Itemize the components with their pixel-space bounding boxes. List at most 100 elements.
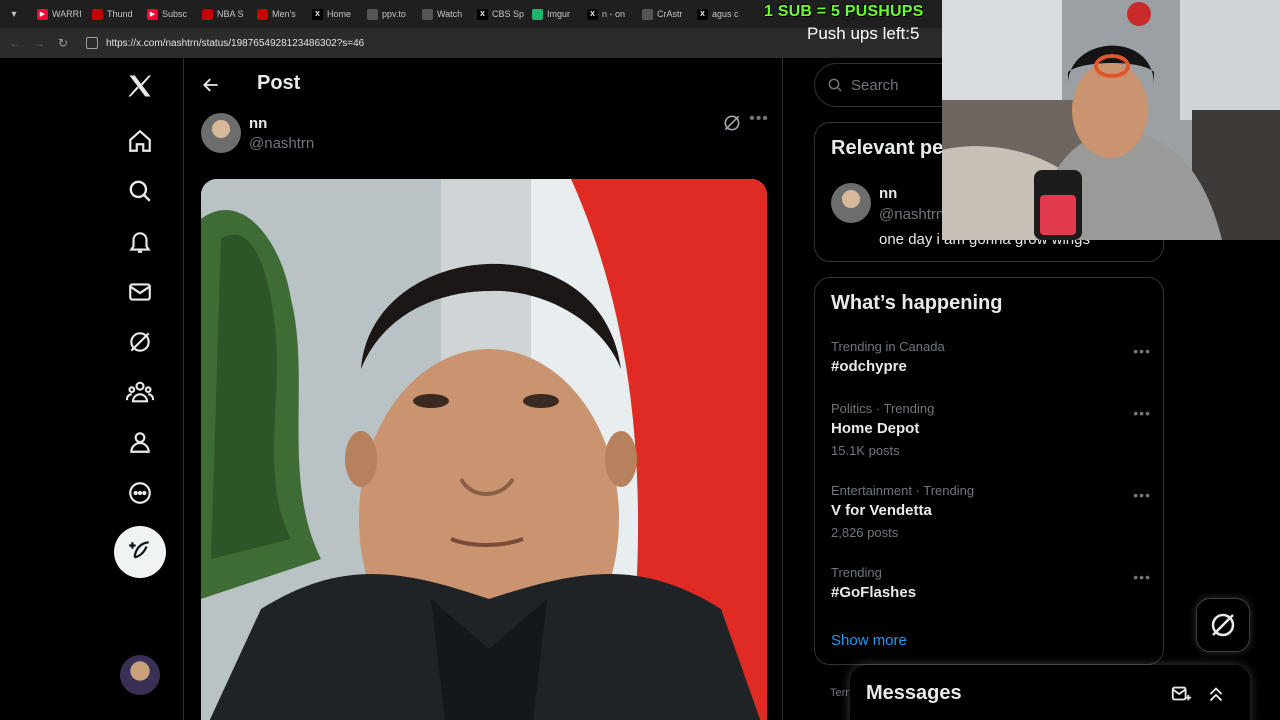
browser-tab[interactable]: ppv.to — [362, 3, 417, 25]
messages-title: Messages — [866, 682, 962, 704]
browser-tab[interactable]: NBA S — [197, 3, 252, 25]
trend-meta: Politics · Trending — [831, 401, 935, 416]
tab-search-icon[interactable]: ▾ — [4, 4, 24, 24]
search-input[interactable]: Search — [814, 63, 949, 107]
tab-label: ppv.to — [382, 9, 406, 19]
forward-nav-icon[interactable]: → — [32, 36, 46, 50]
messages-envelope-icon[interactable] — [124, 276, 156, 308]
red-site-icon — [92, 8, 103, 20]
author-name[interactable]: nn — [249, 115, 267, 132]
trend-meta: Trending — [831, 565, 882, 580]
tab-label: CrAstr — [657, 9, 683, 19]
new-message-icon[interactable] — [1170, 683, 1192, 705]
profile-icon[interactable] — [124, 426, 156, 458]
reload-icon[interactable]: ↻ — [56, 36, 70, 50]
tab-label: Men's — [272, 9, 296, 19]
browser-tab[interactable]: X CBS Sp — [472, 3, 527, 25]
trend-meta: Trending in Canada — [831, 339, 945, 354]
search-icon — [828, 78, 842, 92]
browser-tab[interactable]: Xn - on — [582, 3, 637, 25]
tab-label: CBS Sp — [492, 9, 525, 19]
trend-more-icon[interactable]: ••• — [1133, 343, 1151, 359]
whats-happening-title: What’s happening — [831, 292, 1003, 314]
trend-posts: 15.1K posts — [831, 443, 900, 458]
messages-drawer[interactable]: Messages — [850, 665, 1250, 720]
tab-label: Imgur — [547, 9, 571, 19]
expand-chevrons-icon[interactable] — [1205, 683, 1227, 705]
tab-label: WARRI — [52, 9, 82, 19]
post-column: Post nn @nashtrn ••• — [185, 58, 783, 720]
relevant-people-title: Relevant pe — [831, 137, 944, 159]
home-icon[interactable] — [124, 125, 156, 157]
trend-more-icon[interactable]: ••• — [1133, 487, 1151, 503]
x-logo-icon[interactable] — [124, 70, 156, 102]
more-options-icon[interactable]: ••• — [749, 111, 769, 133]
browser-tab[interactable]: Thund — [87, 3, 142, 25]
site-info-icon[interactable] — [86, 37, 98, 49]
more-circle-icon[interactable] — [124, 477, 156, 509]
site-icon — [422, 8, 433, 20]
browser-tab[interactable]: Xagus c — [692, 3, 747, 25]
grok-icon[interactable] — [722, 113, 742, 133]
trend-meta: Entertainment · Trending — [831, 483, 975, 498]
pushups-left-text: Push ups left:5 — [807, 24, 920, 43]
x-logo-icon: X — [697, 8, 708, 20]
tab-label: Watch — [437, 9, 463, 19]
post-image[interactable] — [201, 179, 767, 720]
tab-label: n - on — [602, 9, 626, 19]
back-nav-icon[interactable]: ← — [8, 36, 22, 50]
browser-tab[interactable]: X Home — [307, 3, 362, 25]
trend-item[interactable]: Politics · Trending Home Depot 15.1K pos… — [831, 401, 1151, 458]
browser-tab[interactable]: Imgur — [527, 3, 582, 25]
communities-icon[interactable] — [124, 376, 156, 408]
sub-pushups-overlay-text: 1 SUB = 5 PUSHUPS — [764, 3, 924, 20]
tab-label: agus c — [712, 9, 739, 19]
trend-item[interactable]: Trending in Canada #odchypre ••• — [831, 339, 1151, 375]
relevant-avatar[interactable] — [831, 183, 871, 223]
tab-label: Subsc — [162, 9, 188, 19]
x-logo-icon: X — [312, 8, 323, 20]
youtube-icon: ▶ — [37, 8, 48, 20]
grok-icon — [1211, 613, 1235, 637]
browser-tab[interactable]: Watch — [417, 3, 472, 25]
trend-item[interactable]: Trending #GoFlashes ••• — [831, 565, 1151, 601]
browser-tab[interactable]: ▶ WARRI — [32, 3, 87, 25]
search-placeholder: Search — [851, 76, 899, 94]
browser-tab[interactable]: CrAstr — [637, 3, 692, 25]
webcam-overlay — [942, 0, 1280, 240]
x-logo-icon: X — [587, 8, 598, 20]
trend-item[interactable]: Entertainment · Trending V for Vendetta … — [831, 483, 1151, 540]
imgur-icon — [532, 8, 543, 20]
red-site-icon — [202, 8, 213, 20]
explore-search-icon[interactable] — [124, 175, 156, 207]
show-more-link[interactable]: Show more — [831, 632, 907, 649]
youtube-icon: ▶ — [147, 8, 158, 20]
left-navigation — [0, 58, 184, 720]
back-arrow-icon[interactable] — [201, 75, 221, 95]
url-text: https://x.com/nashtrn/status/19876549281… — [106, 37, 365, 49]
trend-posts: 2,826 posts — [831, 525, 899, 540]
trend-more-icon[interactable]: ••• — [1133, 569, 1151, 585]
compose-post-button[interactable] — [114, 526, 166, 578]
terms-link[interactable]: Terr — [830, 687, 849, 699]
page-title: Post — [257, 72, 301, 94]
tab-label: Thund — [107, 9, 133, 19]
author-handle[interactable]: @nashtrn — [249, 135, 314, 152]
relevant-handle[interactable]: @nashtrn — [879, 206, 944, 223]
tab-label: Home — [327, 9, 352, 19]
trend-name: #odchypre — [831, 358, 907, 375]
browser-tab[interactable]: Men's — [252, 3, 307, 25]
grok-icon[interactable] — [124, 326, 156, 358]
red-site-icon — [257, 8, 268, 20]
browser-tab[interactable]: ▶ Subsc — [142, 3, 197, 25]
notifications-bell-icon[interactable] — [124, 226, 156, 258]
trend-name: Home Depot — [831, 420, 920, 437]
relevant-name[interactable]: nn — [879, 185, 897, 202]
site-icon — [642, 8, 653, 20]
trend-name: #GoFlashes — [831, 584, 917, 601]
author-avatar[interactable] — [201, 113, 241, 153]
account-avatar[interactable] — [120, 655, 160, 695]
grok-floating-button[interactable] — [1196, 598, 1250, 652]
trend-name: V for Vendetta — [831, 502, 932, 519]
trend-more-icon[interactable]: ••• — [1133, 405, 1151, 421]
